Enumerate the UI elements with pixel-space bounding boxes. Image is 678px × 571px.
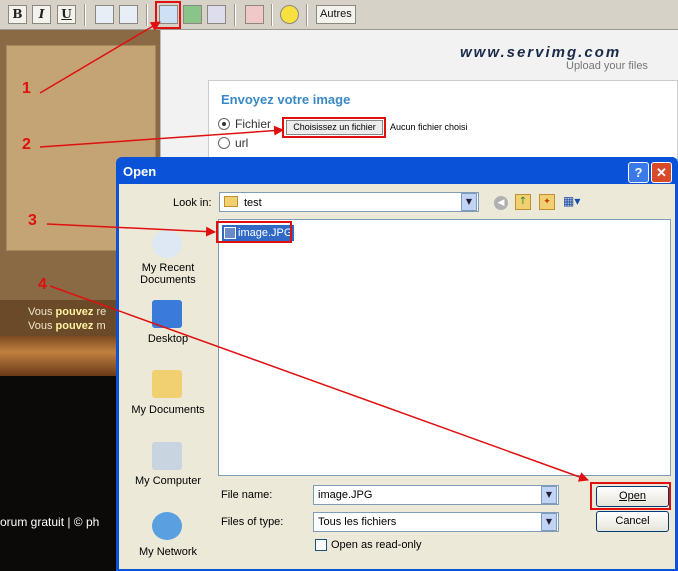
arrow-step-3 xyxy=(46,223,216,237)
step-label-1: 1 xyxy=(22,80,31,97)
step-label-4: 4 xyxy=(38,276,47,293)
annotation-arrows xyxy=(39,21,589,482)
step-label-3: 3 xyxy=(28,212,37,229)
arrow-step-4 xyxy=(49,285,589,482)
step-label-2: 2 xyxy=(22,136,31,153)
arrow-step-2 xyxy=(39,125,284,148)
arrow-step-1 xyxy=(39,21,161,94)
